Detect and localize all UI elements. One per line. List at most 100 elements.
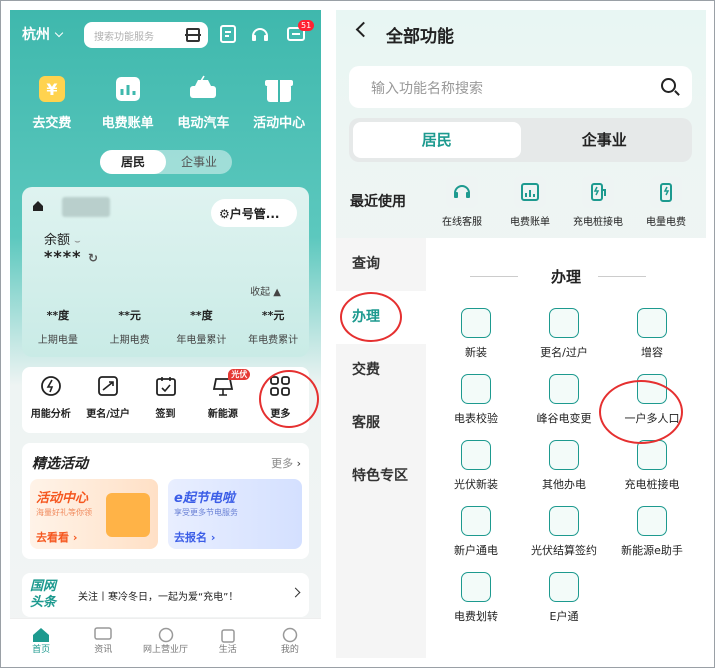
- function-rename[interactable]: 更名/过户: [520, 308, 608, 360]
- section-title: 办理: [426, 266, 706, 287]
- category-query[interactable]: 查询: [336, 238, 426, 291]
- globe-icon: [157, 623, 175, 643]
- recent-item-charger[interactable]: 充电桩接电: [564, 176, 632, 228]
- activities-more-link[interactable]: 更多 ›: [271, 455, 301, 471]
- service-new-energy[interactable]: 光伏 新能源: [194, 369, 251, 433]
- function-label: 光伏结算签约: [531, 544, 597, 557]
- tab-online-hall[interactable]: 网上营业厅: [134, 619, 196, 658]
- quick-bill[interactable]: 电费账单: [95, 72, 161, 131]
- recent-list: 在线客服 电费账单 充电桩接电 电量电费: [428, 176, 700, 228]
- quick-actions: ¥ 去交费 电费账单 电动汽车 活动中心: [10, 72, 321, 131]
- function-capacity-increase[interactable]: 增容: [608, 308, 696, 360]
- function-label: 增容: [641, 346, 663, 359]
- tab-home[interactable]: 首页: [10, 619, 72, 658]
- tab-mine[interactable]: 我的: [259, 619, 321, 658]
- account-manage-label: 户号管...: [229, 207, 280, 221]
- tab-enterprise[interactable]: 企事业: [166, 150, 232, 174]
- headset-icon[interactable]: [250, 24, 270, 44]
- scan-icon[interactable]: [185, 28, 201, 42]
- recent-label: 最近使用: [350, 194, 406, 210]
- function-other[interactable]: 其他办电: [520, 440, 608, 492]
- function-label: 新装: [465, 346, 487, 359]
- user-type-toggle: 居民 企事业: [349, 118, 692, 162]
- quick-pay[interactable]: ¥ 去交费: [19, 72, 85, 131]
- recent-item-usage[interactable]: 电量电费: [632, 176, 700, 228]
- bill-icon[interactable]: [218, 24, 238, 44]
- search-input[interactable]: 搜索功能服务: [84, 22, 208, 48]
- function-e-account[interactable]: E户通: [520, 572, 608, 624]
- highlight-circle-handle: [340, 292, 402, 342]
- home-icon: [32, 200, 44, 212]
- document-plus-icon: [637, 308, 667, 338]
- city-selector[interactable]: 杭州: [22, 24, 64, 44]
- function-label: E户通: [549, 610, 579, 623]
- activity-card-center[interactable]: 活动中心 海量好礼等你领 去看看 ›: [30, 479, 158, 549]
- recent-item-bill[interactable]: 电费账单: [496, 176, 564, 228]
- card-cta-label: 去看看: [36, 531, 69, 544]
- tab-enterprise[interactable]: 企事业: [521, 122, 689, 158]
- balance-label: 余额 ⌣: [44, 229, 81, 248]
- eye-hidden-icon[interactable]: ⌣: [74, 236, 81, 247]
- stat-label: 年电量累计: [176, 335, 227, 346]
- function-grid: 新装 更名/过户 增容 电表校验 峰谷电变更 一户多人口 光伏新装 其他办电 充…: [426, 308, 706, 624]
- quick-ev-label: 电动汽车: [177, 116, 230, 131]
- service-rename[interactable]: 更名/过户: [79, 375, 136, 433]
- service-checkin[interactable]: 签到: [137, 375, 194, 433]
- home-screen: 杭州 搜索功能服务 51 ¥ 去交费 电费账单 电动汽车 活动中心 居民 企事业…: [10, 10, 321, 658]
- search-placeholder: 搜索功能服务: [94, 32, 154, 43]
- function-label: 峰谷电变更: [536, 412, 592, 425]
- highlight-circle-more: [259, 370, 319, 428]
- service-energy-analysis[interactable]: 用能分析: [22, 375, 79, 433]
- tab-news[interactable]: 资讯: [72, 619, 134, 658]
- back-arrow-icon[interactable]: [355, 21, 372, 38]
- tab-life[interactable]: 生活: [197, 619, 259, 658]
- function-label: 电费划转: [454, 610, 498, 623]
- function-fee-transfer[interactable]: 电费划转: [432, 572, 520, 624]
- function-meter-check[interactable]: 电表校验: [432, 374, 520, 426]
- top-bar: 杭州 搜索功能服务 51: [10, 20, 321, 48]
- tab-resident[interactable]: 居民: [100, 150, 166, 174]
- recent-item-online-service[interactable]: 在线客服: [428, 176, 496, 228]
- card-cta[interactable]: 去报名 ›: [174, 529, 215, 545]
- category-payment[interactable]: 交费: [336, 344, 426, 397]
- bar-chart-icon: [111, 72, 145, 106]
- quick-ev[interactable]: 电动汽车: [170, 72, 236, 131]
- function-ne-assistant[interactable]: 新能源e助手: [608, 506, 696, 558]
- header: 全部功能: [336, 10, 706, 58]
- house-icon: [461, 506, 491, 536]
- function-search-input[interactable]: 输入功能名称搜索: [349, 66, 692, 108]
- news-logo-line2: 头条: [30, 595, 57, 610]
- category-service[interactable]: 客服: [336, 397, 426, 450]
- function-charger[interactable]: 充电桩接电: [608, 440, 696, 492]
- tab-label: 首页: [32, 645, 51, 655]
- city-label: 杭州: [22, 27, 50, 43]
- battery-icon: [650, 176, 682, 208]
- refresh-icon[interactable]: ↻: [88, 251, 99, 265]
- news-logo: 国网 头条: [30, 579, 56, 611]
- message-icon[interactable]: 51: [286, 20, 315, 44]
- category-special[interactable]: 特色专区: [336, 450, 426, 503]
- recent-label: 电费账单: [510, 217, 550, 228]
- search-icon[interactable]: [661, 78, 676, 93]
- collapse-toggle[interactable]: 收起 ▲: [250, 283, 281, 298]
- card-cta[interactable]: 去看看 ›: [36, 529, 77, 545]
- svg-text:¥: ¥: [46, 80, 57, 99]
- quick-activity[interactable]: 活动中心: [246, 72, 312, 131]
- chat-icon: [94, 623, 113, 640]
- tab-label: 资讯: [94, 645, 113, 655]
- function-pv-install[interactable]: 光伏新装: [432, 440, 520, 492]
- chevron-right-icon: [290, 587, 301, 598]
- recent-label: 充电桩接电: [573, 217, 623, 228]
- function-peak-valley[interactable]: 峰谷电变更: [520, 374, 608, 426]
- function-pv-settlement[interactable]: 光伏结算签约: [520, 506, 608, 558]
- function-new-install[interactable]: 新装: [432, 308, 520, 360]
- function-new-power[interactable]: 新户通电: [432, 506, 520, 558]
- quick-bill-label: 电费账单: [101, 116, 154, 131]
- service-label: 用能分析: [30, 409, 71, 420]
- account-manage-button[interactable]: ⚙户号管...: [211, 199, 297, 227]
- tab-resident[interactable]: 居民: [353, 122, 521, 158]
- collapse-label: 收起: [250, 287, 271, 298]
- activity-card-save-power[interactable]: e起节电啦 享受更多节电服务 去报名 ›: [168, 479, 302, 549]
- function-label: 电表校验: [454, 412, 498, 425]
- news-banner[interactable]: 国网 头条 关注丨寒冷冬日，一起为爱“充电”！: [22, 573, 309, 617]
